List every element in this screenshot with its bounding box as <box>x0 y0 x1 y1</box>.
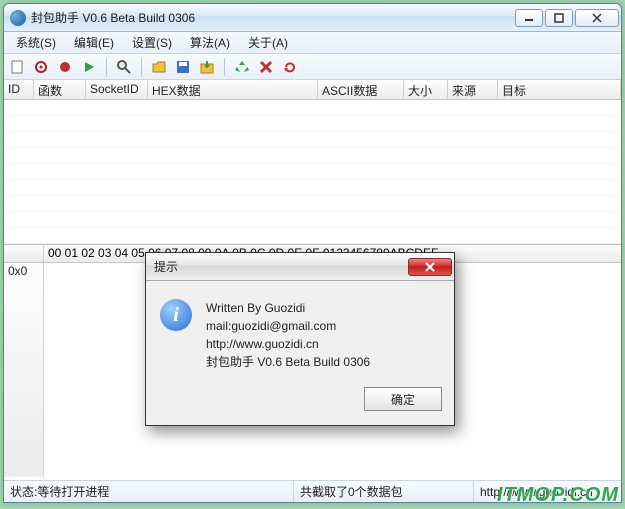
table-row <box>4 212 621 228</box>
col-source[interactable]: 来源 <box>448 80 498 99</box>
col-hex[interactable]: HEX数据 <box>148 80 318 99</box>
table-row <box>4 148 621 164</box>
separator <box>224 58 225 76</box>
menu-edit[interactable]: 编辑(E) <box>66 32 122 53</box>
menu-settings[interactable]: 设置(S) <box>124 32 180 53</box>
menu-algorithm[interactable]: 算法(A) <box>182 32 238 53</box>
ok-button[interactable]: 确定 <box>364 387 442 411</box>
hex-addr-0: 0x0 <box>4 263 44 477</box>
status-left: 状态:等待打开进程 <box>4 481 294 502</box>
maximize-button[interactable] <box>545 9 573 27</box>
dialog-buttons: 确定 <box>146 381 454 425</box>
info-icon: i <box>160 299 192 331</box>
close-button[interactable] <box>575 9 619 27</box>
table-row <box>4 116 621 132</box>
dialog-text: Written By Guozidi mail:guozidi@gmail.co… <box>206 299 370 371</box>
separator <box>141 58 142 76</box>
hex-addr-header <box>4 245 44 262</box>
target-icon[interactable] <box>32 58 50 76</box>
minimize-button[interactable] <box>515 9 543 27</box>
about-dialog: 提示 i Written By Guozidi mail:guozidi@gma… <box>145 252 455 426</box>
table-row <box>4 132 621 148</box>
col-id[interactable]: ID <box>4 80 34 99</box>
about-line3: http://www.guozidi.cn <box>206 335 370 353</box>
play-icon[interactable] <box>80 58 98 76</box>
save-icon[interactable] <box>174 58 192 76</box>
new-icon[interactable] <box>8 58 26 76</box>
table-row <box>4 164 621 180</box>
col-ascii[interactable]: ASCII数据 <box>318 80 404 99</box>
table-row <box>4 196 621 212</box>
table-row <box>4 100 621 116</box>
recycle-icon[interactable] <box>233 58 251 76</box>
dialog-body: i Written By Guozidi mail:guozidi@gmail.… <box>146 281 454 381</box>
record-icon[interactable] <box>56 58 74 76</box>
menu-system[interactable]: 系统(S) <box>8 32 64 53</box>
about-line4: 封包助手 V0.6 Beta Build 0306 <box>206 353 370 371</box>
about-line2: mail:guozidi@gmail.com <box>206 317 370 335</box>
grid-body[interactable] <box>4 100 621 245</box>
export-icon[interactable] <box>198 58 216 76</box>
packet-grid[interactable]: ID 函数 SocketID HEX数据 ASCII数据 大小 来源 目标 <box>4 80 621 245</box>
app-icon <box>10 10 26 26</box>
grid-header: ID 函数 SocketID HEX数据 ASCII数据 大小 来源 目标 <box>4 80 621 100</box>
open-icon[interactable] <box>150 58 168 76</box>
separator <box>106 58 107 76</box>
dialog-title: 提示 <box>154 258 408 275</box>
table-row <box>4 180 621 196</box>
toolbar <box>4 54 621 80</box>
delete-icon[interactable] <box>257 58 275 76</box>
menubar: 系统(S) 编辑(E) 设置(S) 算法(A) 关于(A) <box>4 32 621 54</box>
col-target[interactable]: 目标 <box>498 80 621 99</box>
menu-about[interactable]: 关于(A) <box>240 32 296 53</box>
col-size[interactable]: 大小 <box>404 80 448 99</box>
status-mid: 共截取了0个数据包 <box>294 481 474 502</box>
window-title: 封包助手 V0.6 Beta Build 0306 <box>31 9 513 26</box>
titlebar[interactable]: 封包助手 V0.6 Beta Build 0306 <box>4 4 621 32</box>
col-socket[interactable]: SocketID <box>86 80 148 99</box>
dialog-titlebar[interactable]: 提示 <box>146 253 454 281</box>
col-func[interactable]: 函数 <box>34 80 86 99</box>
refresh-icon[interactable] <box>281 58 299 76</box>
table-row <box>4 228 621 244</box>
watermark: ITMOP.COM <box>497 484 619 507</box>
dialog-close-button[interactable] <box>408 258 452 276</box>
search-icon[interactable] <box>115 58 133 76</box>
about-line1: Written By Guozidi <box>206 299 370 317</box>
